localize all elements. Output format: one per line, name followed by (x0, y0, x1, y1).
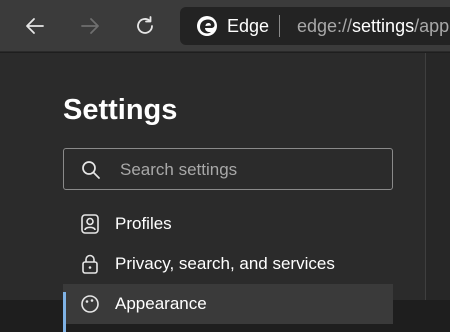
url-scheme: edge:// (297, 16, 353, 36)
sidebar-item-profiles[interactable]: Profiles (63, 204, 393, 244)
lock-icon (82, 254, 98, 274)
forward-arrow-icon (81, 18, 99, 34)
back-button[interactable] (18, 9, 52, 43)
sidebar-item-label: Privacy, search, and services (115, 254, 335, 273)
url-host: settings (352, 16, 415, 36)
sidebar-item-label: Appearance (115, 294, 207, 313)
sidebar-item-privacy[interactable]: Privacy, search, and services (63, 244, 393, 284)
search-box[interactable] (63, 148, 393, 190)
address-bar[interactable]: Edge edge://settings/app (180, 7, 450, 45)
profiles-icon (81, 214, 99, 234)
search-input[interactable] (120, 159, 380, 181)
refresh-button[interactable] (128, 9, 162, 43)
site-name: Edge (227, 16, 270, 36)
url-text[interactable]: edge://settings/app (297, 16, 449, 37)
search-icon (82, 161, 100, 179)
appearance-icon (81, 295, 99, 313)
browser-toolbar: Edge edge://settings/app (0, 0, 450, 52)
edge-logo-icon (197, 16, 217, 36)
page-title: Settings (63, 94, 178, 126)
settings-content (426, 53, 450, 300)
address-separator (279, 15, 280, 37)
sidebar-item-appearance[interactable]: Appearance (63, 284, 393, 332)
sidebar-item-label: Profiles (115, 214, 172, 233)
selected-indicator (63, 292, 66, 332)
refresh-icon (137, 16, 153, 34)
url-path: /app (414, 16, 450, 36)
forward-button[interactable] (73, 9, 107, 43)
back-arrow-icon (26, 18, 44, 34)
